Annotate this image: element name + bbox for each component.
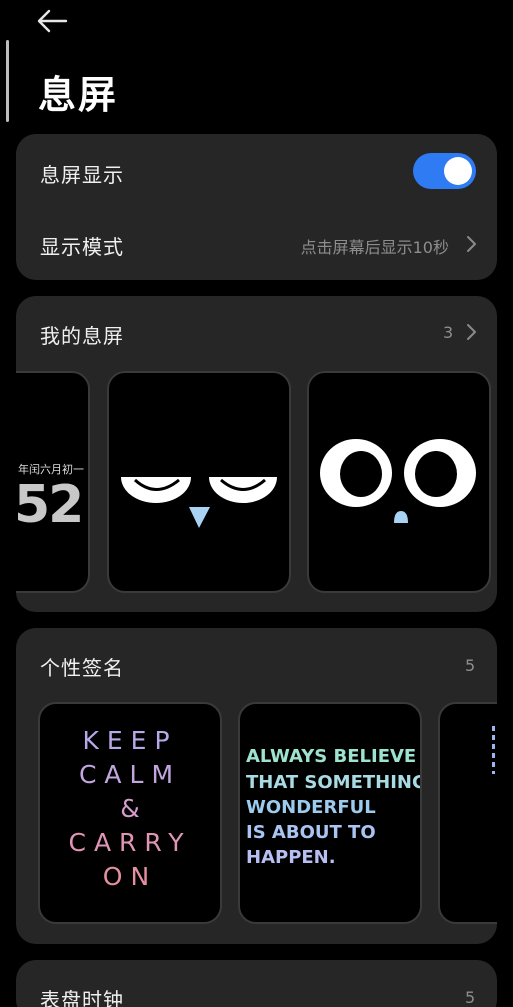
display-mode-label: 显示模式 xyxy=(40,235,124,259)
aod-thumb-awake-owl[interactable] xyxy=(307,371,491,593)
sleepy-owl-icon xyxy=(121,477,277,528)
awake-owl-icon xyxy=(320,439,476,523)
chevron-right-icon xyxy=(465,235,477,253)
signature-line-2: THAT SOMETHING xyxy=(246,772,422,793)
signature-line-1: KEEP xyxy=(82,726,178,755)
clock-count: 5 xyxy=(465,988,476,1007)
signature-line-3: & xyxy=(120,794,140,823)
signature-line-1: ALWAYS BELIEVE xyxy=(246,746,417,767)
my-aod-count: 3 xyxy=(443,323,454,342)
clock-label: 表盘时钟 xyxy=(40,988,124,1007)
signature-thumb-partial[interactable] xyxy=(438,702,497,924)
signature-line-4: IS ABOUT TO xyxy=(246,822,376,843)
signature-line-4: CARRY xyxy=(68,828,192,857)
aod-display-label: 息屏显示 xyxy=(40,163,124,187)
signature-line-3: WONDERFUL xyxy=(246,797,376,818)
scroll-indicator xyxy=(6,40,9,122)
my-aod-card: 我的息屏 3 年闰六月初一 52 xyxy=(16,296,497,612)
signature-thumb-always-believe[interactable]: ALWAYS BELIEVE THAT SOMETHING WONDERFUL … xyxy=(238,702,422,924)
signature-thumb-keep-calm[interactable]: KEEP CALM & CARRY ON xyxy=(38,702,222,924)
clock-preview: 年闰六月初一 52 xyxy=(18,373,88,591)
signature-card: 个性签名 5 KEEP CALM & CARRY ON ALWAYS BELIE… xyxy=(16,628,497,944)
my-aod-label: 我的息屏 xyxy=(40,324,124,348)
signature-line-2: CALM xyxy=(78,760,182,789)
clock-card: 表盘时钟 5 xyxy=(16,960,497,1007)
toggle-knob xyxy=(444,157,472,185)
aod-thumb-clock[interactable]: 年闰六月初一 52 xyxy=(16,371,90,593)
signature-label: 个性签名 xyxy=(40,656,124,680)
time-text: 52 xyxy=(18,475,84,535)
screen: 息屏 息屏显示 显示模式 点击屏幕后显示10秒 我的息屏 3 年闰六月初一 52… xyxy=(0,0,513,1007)
display-mode-value: 点击屏幕后显示10秒 xyxy=(300,238,449,257)
signature-line-5: ON xyxy=(102,862,158,891)
page-title: 息屏 xyxy=(38,73,119,117)
aod-thumb-sleepy-owl[interactable] xyxy=(107,371,291,593)
signature-count: 5 xyxy=(465,656,476,675)
aod-settings-card: 息屏显示 显示模式 点击屏幕后显示10秒 xyxy=(16,134,497,280)
partial-signature-text xyxy=(492,726,495,774)
aod-display-toggle[interactable] xyxy=(413,153,476,189)
chevron-right-icon xyxy=(465,323,477,341)
arrow-left-icon[interactable] xyxy=(34,6,70,36)
signature-line-5: HAPPEN. xyxy=(246,847,336,868)
